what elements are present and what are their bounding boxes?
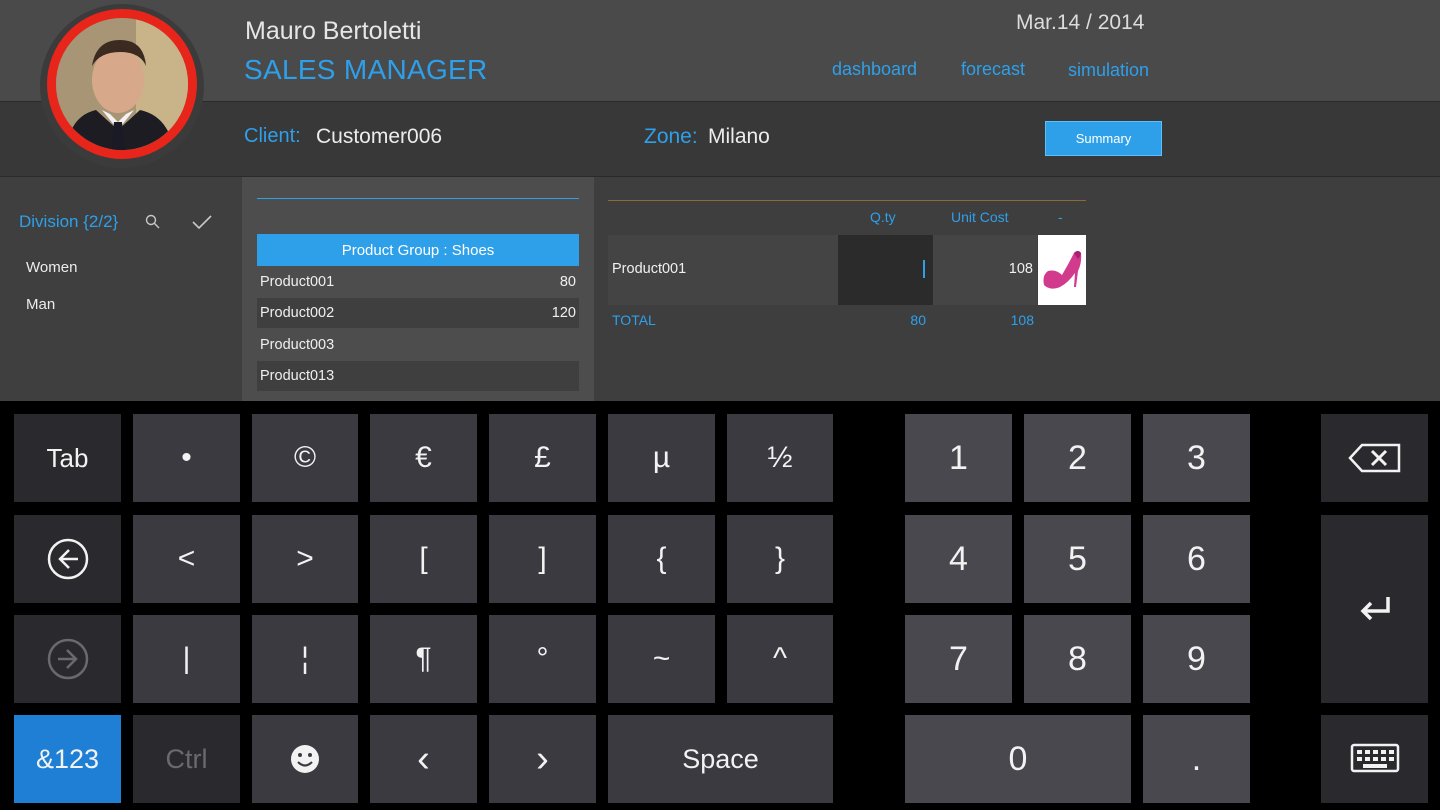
client-value: Customer006 (316, 125, 443, 148)
product-value: 120 (551, 305, 576, 321)
key-backspace[interactable] (1321, 414, 1428, 502)
arrow-left-circle-icon (47, 538, 88, 580)
list-item[interactable]: Product013 (257, 361, 579, 391)
key-0[interactable]: 0 (905, 715, 1131, 803)
zone-value: Milano (708, 125, 770, 148)
key-enter[interactable] (1321, 515, 1428, 703)
enter-icon (1360, 597, 1390, 621)
key-decimal[interactable]: . (1143, 715, 1250, 803)
table-row[interactable]: Product001 108 (608, 235, 1086, 305)
shoe-icon (1043, 251, 1082, 289)
smiley-icon (291, 745, 319, 773)
product-name: Product002 (260, 305, 335, 321)
key-half[interactable]: ½ (727, 414, 833, 502)
nav-simulation[interactable]: simulation (1068, 60, 1149, 81)
check-icon[interactable] (191, 213, 213, 236)
arrow-right-circle-icon (47, 638, 88, 680)
nav-dashboard[interactable]: dashboard (832, 59, 917, 80)
date-label: Mar.14 / 2014 (1016, 11, 1145, 34)
key-euro[interactable]: € (370, 414, 477, 502)
key-9[interactable]: 9 (1143, 615, 1250, 703)
key-2[interactable]: 2 (1024, 414, 1131, 502)
avatar-photo (56, 18, 188, 150)
key-micro[interactable]: µ (608, 414, 715, 502)
client-label: Client: (244, 125, 301, 147)
division-title[interactable]: Division {2/2} (19, 212, 118, 232)
product-group-header[interactable]: Product Group : Shoes (257, 234, 579, 266)
qty-input[interactable] (838, 235, 933, 305)
text-cursor (923, 260, 925, 278)
zone-label: Zone: (644, 125, 698, 148)
key-degree[interactable]: ° (489, 615, 596, 703)
key-8[interactable]: 8 (1024, 615, 1131, 703)
product-name: Product003 (260, 337, 335, 353)
column-header-extra: - (1058, 209, 1063, 225)
total-label: TOTAL (612, 312, 656, 328)
key-broken-bar[interactable]: ¦ (252, 615, 358, 703)
avatar[interactable] (47, 9, 197, 159)
key-tab[interactable]: Tab (14, 414, 121, 502)
key-pound[interactable]: £ (489, 414, 596, 502)
key-bullet[interactable]: • (133, 414, 240, 502)
key-symbols-toggle[interactable]: &123 (14, 715, 121, 803)
key-keyboard-toggle[interactable] (1321, 715, 1428, 803)
key-cursor-left[interactable]: ‹ (370, 715, 477, 803)
product-name: Product013 (260, 368, 335, 384)
key-space[interactable]: Space (608, 715, 833, 803)
key-close-brace[interactable]: } (727, 515, 833, 603)
key-3[interactable]: 3 (1143, 414, 1250, 502)
key-tilde[interactable]: ~ (608, 615, 715, 703)
key-pilcrow[interactable]: ¶ (370, 615, 477, 703)
key-open-brace[interactable]: { (608, 515, 715, 603)
search-icon[interactable] (144, 213, 162, 236)
list-item[interactable]: Product001 80 (257, 267, 579, 297)
key-1[interactable]: 1 (905, 414, 1012, 502)
backspace-icon (1347, 443, 1400, 473)
key-open-bracket[interactable]: [ (370, 515, 477, 603)
key-cursor-right[interactable]: › (489, 715, 596, 803)
key-copyright[interactable]: © (252, 414, 358, 502)
division-panel (0, 177, 242, 401)
user-name: Mauro Bertoletti (245, 17, 422, 45)
key-close-bracket[interactable]: ] (489, 515, 596, 603)
unit-cost-value: 108 (1008, 261, 1033, 277)
top-header (0, 0, 1440, 101)
key-5[interactable]: 5 (1024, 515, 1131, 603)
list-item[interactable]: Product002 120 (257, 298, 579, 328)
key-pipe[interactable]: | (133, 615, 240, 703)
key-4[interactable]: 4 (905, 515, 1012, 603)
key-greater-than[interactable]: > (252, 515, 358, 603)
key-6[interactable]: 6 (1143, 515, 1250, 603)
key-7[interactable]: 7 (905, 615, 1012, 703)
key-back-arrow[interactable] (14, 515, 121, 603)
nav-forecast[interactable]: forecast (961, 59, 1025, 80)
column-header-qty: Q.ty (870, 209, 896, 225)
total-qty: 80 (910, 312, 926, 328)
key-caret[interactable]: ^ (727, 615, 833, 703)
user-role: SALES MANAGER (244, 54, 488, 85)
column-header-unit-cost: Unit Cost (951, 209, 1009, 225)
order-product-name: Product001 (612, 261, 687, 277)
shoe-product-image[interactable] (1038, 235, 1086, 305)
divider (257, 198, 579, 199)
key-emoji[interactable] (252, 715, 358, 803)
product-value: 80 (559, 274, 576, 290)
key-ctrl[interactable]: Ctrl (133, 715, 240, 803)
keyboard-icon (1350, 743, 1399, 773)
division-item-man[interactable]: Man (26, 296, 55, 313)
division-item-women[interactable]: Women (26, 259, 77, 276)
key-less-than[interactable]: < (133, 515, 240, 603)
product-name: Product001 (260, 274, 335, 290)
key-forward-arrow[interactable] (14, 615, 121, 703)
total-unit-cost: 108 (1010, 312, 1034, 328)
summary-button[interactable]: Summary (1045, 121, 1162, 156)
divider (608, 200, 1086, 201)
list-item[interactable]: Product003 (257, 330, 579, 360)
